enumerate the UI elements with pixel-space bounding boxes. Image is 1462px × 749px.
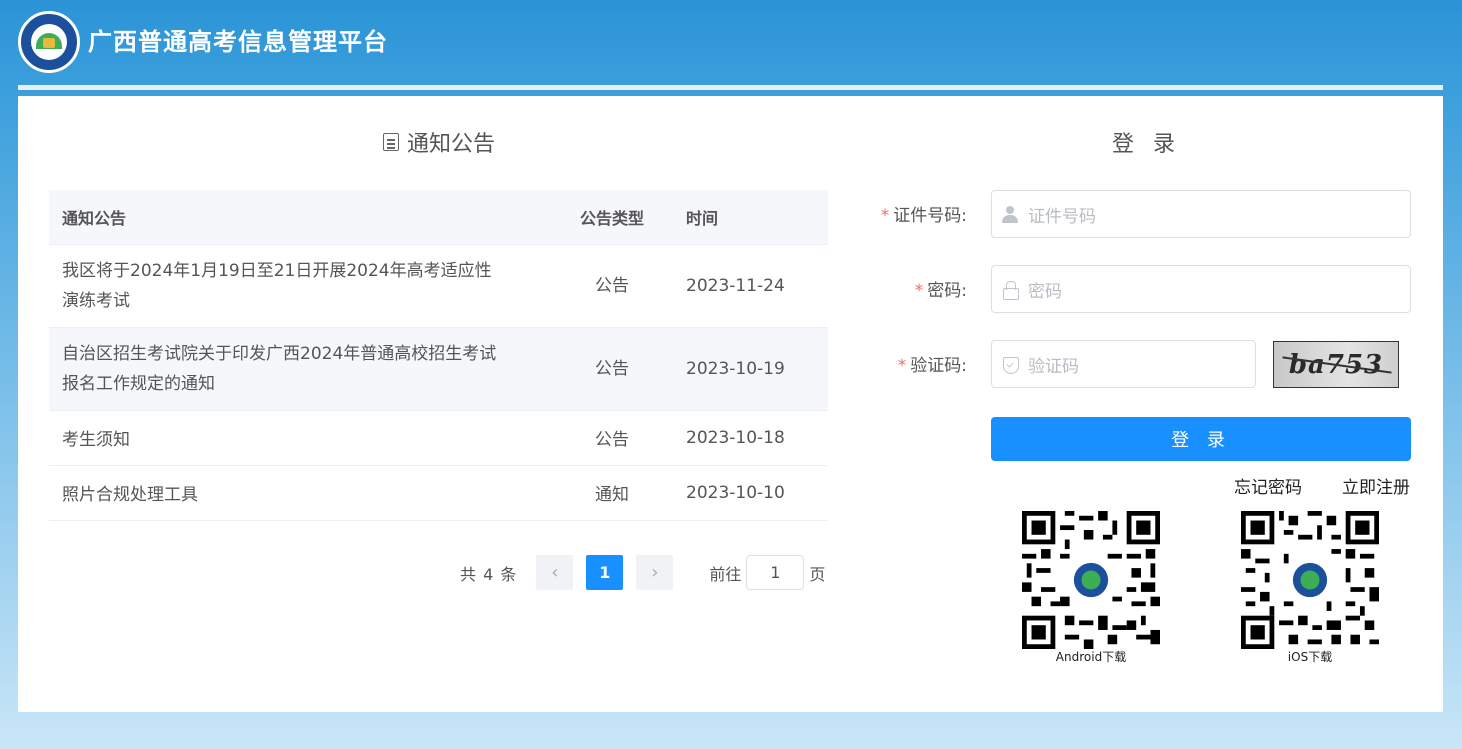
column-header-type: 公告类型	[549, 190, 675, 245]
notice-table: 通知公告 公告类型 时间 我区将于2024年1月19日至21日开展2024年高考…	[49, 190, 828, 521]
captcha-image[interactable]: ba753	[1273, 341, 1399, 388]
notice-date-cell: 2023-11-24	[675, 244, 828, 328]
ios-download-caption: iOS下载	[1287, 650, 1333, 664]
notice-title-line[interactable]: 报名工作规定的通知	[62, 369, 549, 399]
register-link[interactable]: 立即注册	[1342, 473, 1410, 498]
user-icon	[1002, 206, 1018, 223]
qr-code-icon	[1022, 511, 1160, 649]
android-download-caption: Android下载	[1055, 650, 1127, 664]
site-title: 广西普通高考信息管理平台	[88, 28, 388, 56]
table-row[interactable]: 我区将于2024年1月19日至21日开展2024年高考适应性 演练考试 公告 2…	[49, 244, 828, 328]
android-qr-code	[1022, 511, 1160, 649]
goto-label: 前往	[709, 564, 742, 584]
header-divider	[18, 85, 1443, 90]
password-input[interactable]: 密码	[991, 265, 1411, 313]
prev-page-button[interactable]: ‹	[536, 555, 574, 590]
notice-title-line[interactable]: 自治区招生考试院关于印发广西2024年普通高校招生考试	[62, 339, 549, 369]
main-panel: 通知公告 通知公告 公告类型 时间 我区将于2024年1月19日至21日开展20…	[18, 96, 1443, 712]
notice-section-title-text: 通知公告	[407, 132, 496, 157]
notice-title-line[interactable]: 我区将于2024年1月19日至21日开展2024年高考适应性	[62, 256, 539, 286]
captcha-label: * 验证码:	[897, 356, 967, 376]
password-label: * 密码:	[914, 281, 967, 301]
login-button[interactable]: 登 录	[991, 417, 1411, 461]
table-header-row: 通知公告 公告类型 时间	[49, 190, 828, 245]
notice-type-cell: 公告	[549, 327, 675, 411]
id-number-placeholder: 证件号码	[1028, 206, 1096, 227]
exam-institute-logo-icon	[18, 11, 80, 73]
notice-date-cell: 2023-10-10	[675, 465, 828, 521]
required-mark: *	[914, 281, 924, 301]
goto-page-input[interactable]: 1	[746, 555, 805, 590]
captcha-text: ba753	[1288, 349, 1384, 380]
notice-section-title: 通知公告	[383, 126, 495, 158]
table-row[interactable]: 考生须知 公告 2023-10-18	[49, 410, 828, 466]
captcha-placeholder: 验证码	[1028, 356, 1079, 377]
notice-title-cell[interactable]: 自治区招生考试院关于印发广西2024年普通高校招生考试 报名工作规定的通知	[49, 327, 549, 411]
page-suffix-label: 页	[809, 564, 826, 584]
login-title: 登 录	[1112, 132, 1181, 157]
next-page-button[interactable]: ›	[636, 555, 674, 590]
forgot-password-link[interactable]: 忘记密码	[1234, 473, 1302, 498]
pagination-jumper: 前往 1 页	[709, 555, 825, 590]
notice-type-cell: 公告	[549, 410, 675, 466]
site-header: 广西普通高考信息管理平台	[0, 0, 1462, 84]
password-placeholder: 密码	[1028, 281, 1062, 302]
id-number-input[interactable]: 证件号码	[991, 190, 1411, 238]
ios-qr-code	[1241, 511, 1379, 649]
document-icon	[383, 133, 399, 151]
notice-title-cell[interactable]: 我区将于2024年1月19日至21日开展2024年高考适应性 演练考试	[49, 244, 549, 328]
notice-title-cell[interactable]: 考生须知	[49, 410, 549, 466]
notice-title-cell[interactable]: 照片合规处理工具	[49, 465, 549, 521]
lock-icon	[1002, 281, 1019, 300]
column-header-date: 时间	[675, 190, 828, 245]
pagination-total: 共 4 条	[460, 564, 518, 584]
qr-code-icon	[1241, 511, 1379, 649]
shield-icon	[1002, 356, 1019, 374]
notice-title-line[interactable]: 演练考试	[62, 286, 539, 316]
column-header-title: 通知公告	[49, 190, 549, 245]
table-row[interactable]: 自治区招生考试院关于印发广西2024年普通高校招生考试 报名工作规定的通知 公告…	[49, 327, 828, 411]
notice-type-cell: 公告	[549, 244, 675, 328]
notice-date-cell: 2023-10-19	[675, 327, 828, 411]
page-number-button[interactable]: 1	[586, 555, 624, 590]
required-mark: *	[897, 356, 907, 376]
pagination: 共 4 条 ‹ 1 › 前往 1 页	[460, 555, 825, 590]
captcha-input[interactable]: 验证码	[991, 340, 1256, 388]
required-mark: *	[880, 206, 890, 226]
notice-type-cell: 通知	[549, 465, 675, 521]
id-number-label: * 证件号码:	[880, 206, 967, 226]
notice-date-cell: 2023-10-18	[675, 410, 828, 466]
table-row[interactable]: 照片合规处理工具 通知 2023-10-10	[49, 465, 828, 521]
